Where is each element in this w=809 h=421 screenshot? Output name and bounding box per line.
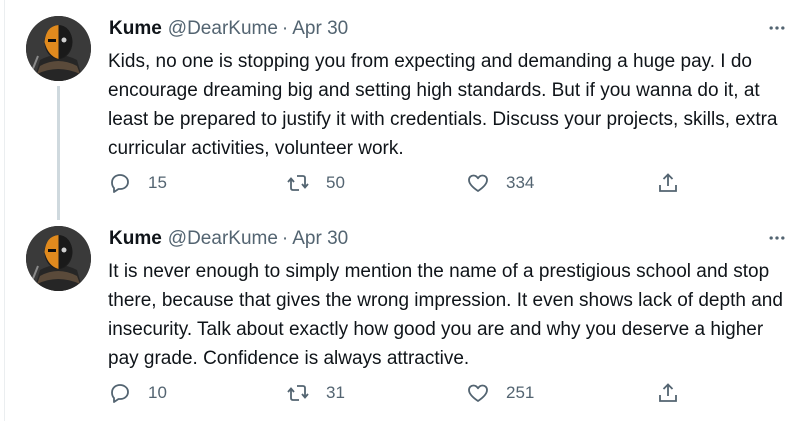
like-count: 251 bbox=[506, 383, 535, 402]
more-options-icon[interactable] bbox=[767, 18, 787, 38]
retweet-button[interactable]: 50 bbox=[286, 168, 345, 198]
like-button[interactable]: 251 bbox=[466, 378, 534, 408]
reply-count: 10 bbox=[148, 383, 167, 402]
share-icon bbox=[656, 171, 680, 195]
separator-dot: · bbox=[281, 18, 289, 39]
author-name[interactable]: Kume bbox=[109, 228, 162, 250]
tweet-date[interactable]: Apr 30 bbox=[292, 18, 348, 40]
author-handle[interactable]: @DearKume bbox=[168, 18, 278, 40]
reply-button[interactable]: 10 bbox=[108, 378, 167, 408]
reply-count: 15 bbox=[148, 173, 167, 192]
avatar[interactable] bbox=[26, 226, 91, 291]
tweet-actions: 10 31 251 bbox=[108, 378, 708, 408]
tweet-text: It is never enough to simply mention the… bbox=[108, 261, 789, 369]
like-icon bbox=[466, 171, 490, 195]
like-count: 334 bbox=[506, 173, 535, 192]
reply-icon bbox=[108, 171, 132, 195]
author-handle[interactable]: @DearKume bbox=[168, 228, 278, 250]
share-button[interactable] bbox=[656, 378, 680, 408]
avatar[interactable] bbox=[26, 16, 91, 81]
thread-line bbox=[57, 86, 60, 220]
like-icon bbox=[466, 381, 490, 405]
tweet-date[interactable]: Apr 30 bbox=[292, 228, 348, 250]
retweet-count: 31 bbox=[326, 383, 345, 402]
retweet-button[interactable]: 31 bbox=[286, 378, 345, 408]
retweet-count: 50 bbox=[326, 173, 345, 192]
tweet-header: Kume @DearKume · Apr 30 bbox=[109, 16, 348, 42]
share-icon bbox=[656, 381, 680, 405]
retweet-icon bbox=[286, 381, 310, 405]
tweet[interactable]: Kume @DearKume · Apr 30 It is never enou… bbox=[0, 210, 809, 421]
tweet-text: Kids, no one is stopping you from expect… bbox=[108, 51, 783, 159]
share-button[interactable] bbox=[656, 168, 680, 198]
author-name[interactable]: Kume bbox=[109, 18, 162, 40]
tweet-header: Kume @DearKume · Apr 30 bbox=[109, 226, 348, 252]
tweet[interactable]: Kume @DearKume · Apr 30 Kids, no one is … bbox=[0, 0, 809, 220]
more-options-icon[interactable] bbox=[767, 228, 787, 248]
like-button[interactable]: 334 bbox=[466, 168, 534, 198]
reply-icon bbox=[108, 381, 132, 405]
retweet-icon bbox=[286, 171, 310, 195]
separator-dot: · bbox=[281, 228, 289, 249]
reply-button[interactable]: 15 bbox=[108, 168, 167, 198]
tweet-actions: 15 50 334 bbox=[108, 168, 708, 198]
